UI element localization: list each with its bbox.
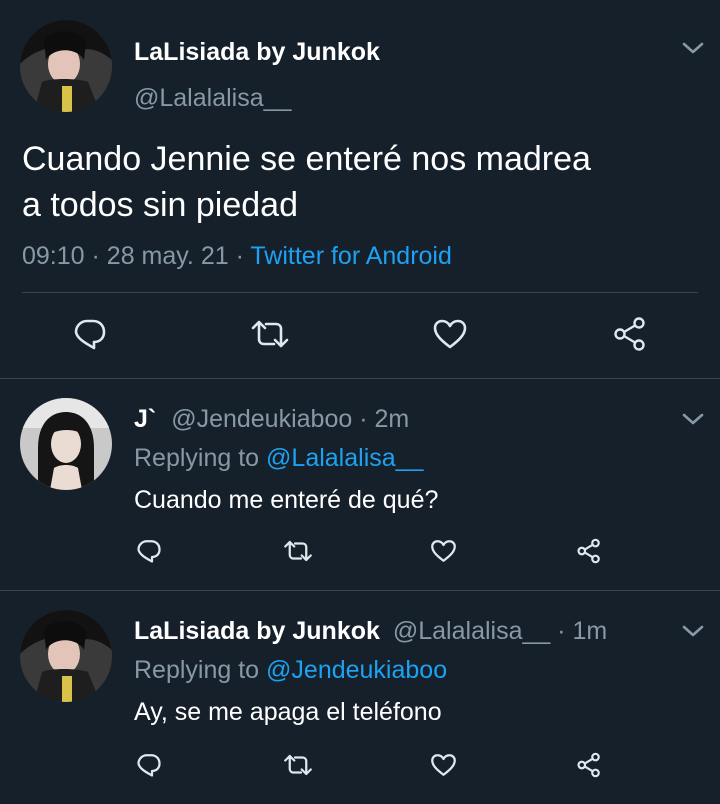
retweet-button[interactable] [282, 750, 314, 780]
share-button[interactable] [574, 750, 604, 780]
handle[interactable]: @Jendeukiaboo [171, 405, 352, 433]
replying-to: Replying to @Lalalalisa__ [134, 444, 423, 473]
reply-icon [137, 754, 161, 777]
like-icon [430, 540, 456, 562]
like-button[interactable] [430, 314, 470, 354]
handle[interactable]: @Lalalalisa__ [393, 617, 550, 645]
reply-text: Cuando me enteré de qué? [134, 486, 439, 514]
meta-separator: · [91, 242, 100, 270]
divider [22, 292, 698, 293]
timestamp[interactable]: · 2m [359, 405, 409, 433]
meta-separator: · [235, 242, 244, 270]
reply-button[interactable] [70, 314, 110, 354]
handle[interactable]: @Lalalalisa__ [134, 84, 291, 113]
display-name[interactable]: LaLisiada by Junkok [134, 38, 380, 67]
retweet-icon [284, 540, 312, 562]
share-icon [577, 538, 600, 564]
like-icon [430, 754, 456, 776]
tweet-text-line-2: a todos sin piedad [22, 186, 298, 224]
timestamp[interactable]: · 1m [557, 617, 607, 645]
tweet-time: 09:10 [22, 242, 85, 270]
chevron-down-icon[interactable] [682, 624, 704, 638]
profile-photo-lisa-icon [20, 610, 112, 702]
retweet-button[interactable] [282, 536, 314, 566]
reply-header: J` @Jendeukiaboo · 2m [134, 405, 409, 434]
display-name[interactable]: LaLisiada by Junkok [134, 617, 380, 645]
reply-text: Ay, se me apaga el teléfono [134, 698, 442, 726]
main-tweet: LaLisiada by Junkok @Lalalalisa__ Cuando… [0, 0, 720, 378]
like-button[interactable] [428, 750, 458, 780]
share-icon [614, 317, 645, 351]
tweet-text-line-1: Cuando Jennie se enteré nos madrea [22, 140, 591, 178]
reply-icon [137, 540, 161, 563]
retweet-icon [284, 754, 312, 776]
chevron-down-icon[interactable] [682, 412, 704, 426]
replying-to-label: Replying to [134, 656, 260, 684]
retweet-icon [251, 320, 289, 348]
avatar[interactable] [20, 398, 112, 490]
reply-header: LaLisiada by Junkok @Lalalalisa__ · 1m [134, 617, 607, 646]
retweet-button[interactable] [248, 314, 292, 354]
reply-button[interactable] [134, 536, 164, 566]
replying-to-handle[interactable]: @Lalalalisa__ [266, 444, 423, 472]
avatar[interactable] [20, 610, 112, 702]
share-button[interactable] [574, 536, 604, 566]
profile-photo-jennie-icon [20, 398, 112, 490]
replying-to-label: Replying to [134, 444, 260, 472]
like-icon [433, 319, 467, 349]
chevron-down-icon[interactable] [682, 41, 704, 55]
replying-to: Replying to @Jendeukiaboo [134, 656, 447, 685]
share-button[interactable] [610, 314, 650, 354]
reply-icon [74, 319, 106, 350]
share-icon [577, 752, 600, 778]
tweet-source[interactable]: Twitter for Android [250, 242, 451, 270]
divider [0, 378, 720, 379]
reply-button[interactable] [134, 750, 164, 780]
tweet-meta: 09:10 · 28 may. 21 · Twitter for Android [22, 242, 452, 271]
display-name[interactable]: J` [134, 405, 156, 433]
divider [0, 590, 720, 591]
avatar[interactable] [20, 20, 112, 112]
replying-to-handle[interactable]: @Jendeukiaboo [266, 656, 447, 684]
profile-photo-lisa-icon [20, 20, 112, 112]
tweet-date[interactable]: 28 may. 21 [107, 242, 229, 270]
like-button[interactable] [428, 536, 458, 566]
